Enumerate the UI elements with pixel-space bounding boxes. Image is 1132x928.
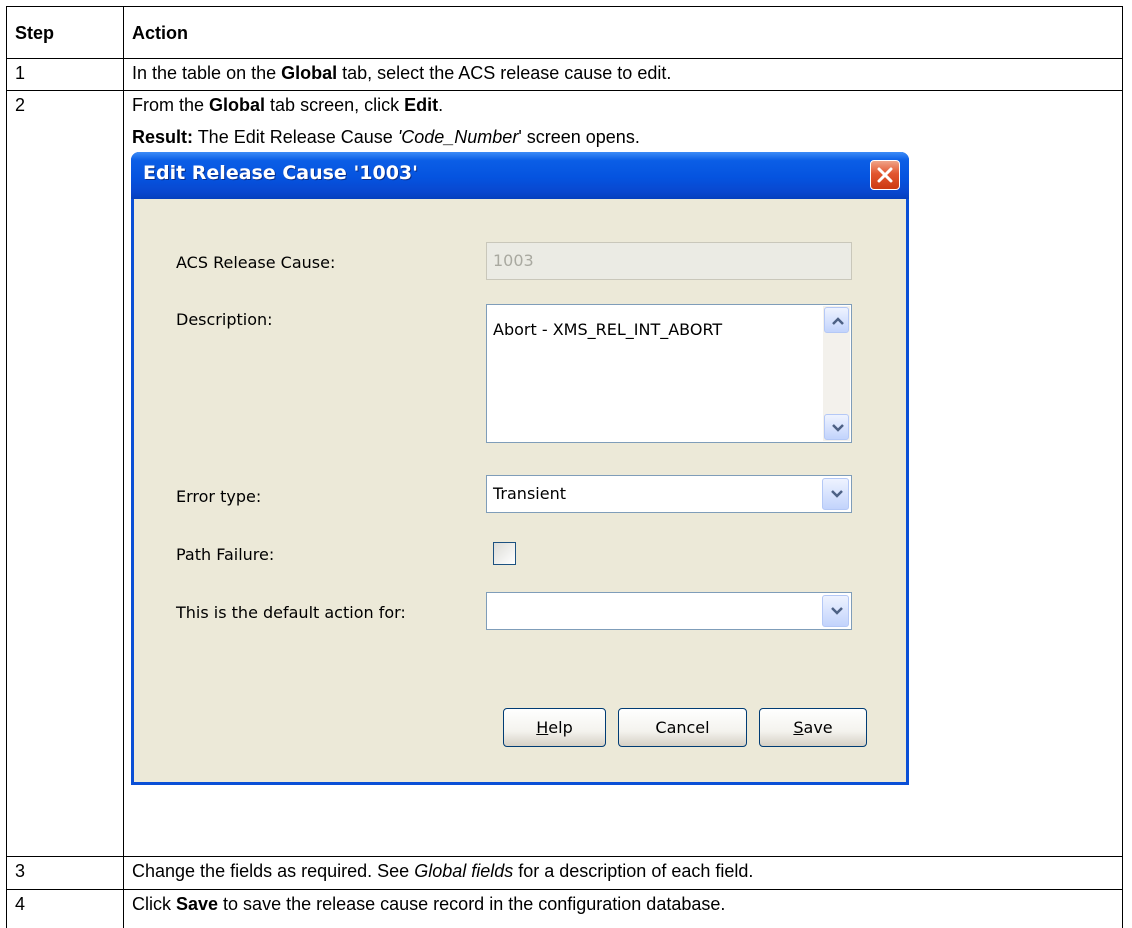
description-scrollbar[interactable]: [823, 306, 850, 442]
table-row: 4 Click Save to save the release cause r…: [6, 888, 1123, 928]
header-action: Action: [123, 6, 1123, 59]
table-header-row: Step Action: [6, 6, 1123, 59]
step-number: 1: [6, 57, 124, 92]
error-type-select[interactable]: Transient: [486, 475, 852, 514]
scroll-down-button[interactable]: [824, 414, 849, 441]
table-row: 3 Change the fields as required. See Glo…: [6, 856, 1123, 890]
path-failure-label: Path Failure:: [176, 545, 275, 565]
chevron-down-icon: [831, 607, 843, 615]
step-action: Click Save to save the release cause rec…: [123, 888, 1123, 928]
step-result: Result: The Edit Release Cause 'Code_Num…: [132, 127, 640, 148]
error-type-label: Error type:: [176, 487, 262, 507]
default-action-select[interactable]: [486, 592, 852, 631]
dialog-titlebar[interactable]: Edit Release Cause '1003': [131, 152, 909, 200]
chevron-down-icon: [832, 424, 844, 432]
table-row: 2 From the Global tab screen, click Edit…: [6, 90, 1123, 858]
procedure-table: Step Action 1 In the table on the Global…: [6, 6, 1123, 928]
help-button[interactable]: Help: [503, 708, 606, 748]
close-x-icon: [877, 167, 893, 183]
cancel-button[interactable]: Cancel: [618, 708, 747, 748]
error-type-dropdown-button[interactable]: [822, 478, 849, 511]
step-number: 2: [6, 90, 124, 858]
path-failure-checkbox[interactable]: [493, 542, 516, 566]
description-value: Abort - XMS_REL_INT_ABORT: [493, 320, 723, 340]
acs-release-cause-label: ACS Release Cause:: [176, 253, 336, 273]
error-type-value: Transient: [493, 484, 566, 504]
default-action-dropdown-button[interactable]: [822, 595, 849, 628]
step-instruction: From the Global tab screen, click Edit.: [132, 95, 444, 116]
acs-release-cause-field: 1003: [486, 242, 852, 281]
table-row: 1 In the table on the Global tab, select…: [6, 57, 1123, 92]
step-action: In the table on the Global tab, select t…: [123, 57, 1123, 92]
step-action: Change the fields as required. See Globa…: [123, 856, 1123, 890]
header-step: Step: [6, 6, 124, 59]
default-action-label: This is the default action for:: [176, 603, 406, 623]
edit-release-cause-dialog: Edit Release Cause '1003' ACS Release Ca…: [131, 152, 909, 786]
dialog-title: Edit Release Cause '1003': [143, 162, 418, 185]
close-button[interactable]: [870, 160, 900, 191]
description-label: Description:: [176, 310, 273, 330]
scroll-up-button[interactable]: [824, 307, 849, 334]
step-number: 3: [6, 856, 124, 890]
save-button[interactable]: Save: [759, 708, 867, 748]
description-textarea[interactable]: Abort - XMS_REL_INT_ABORT: [486, 304, 852, 444]
step-number: 4: [6, 888, 124, 928]
chevron-down-icon: [831, 490, 843, 498]
step-action: From the Global tab screen, click Edit. …: [123, 90, 1123, 858]
chevron-up-icon: [832, 317, 844, 326]
